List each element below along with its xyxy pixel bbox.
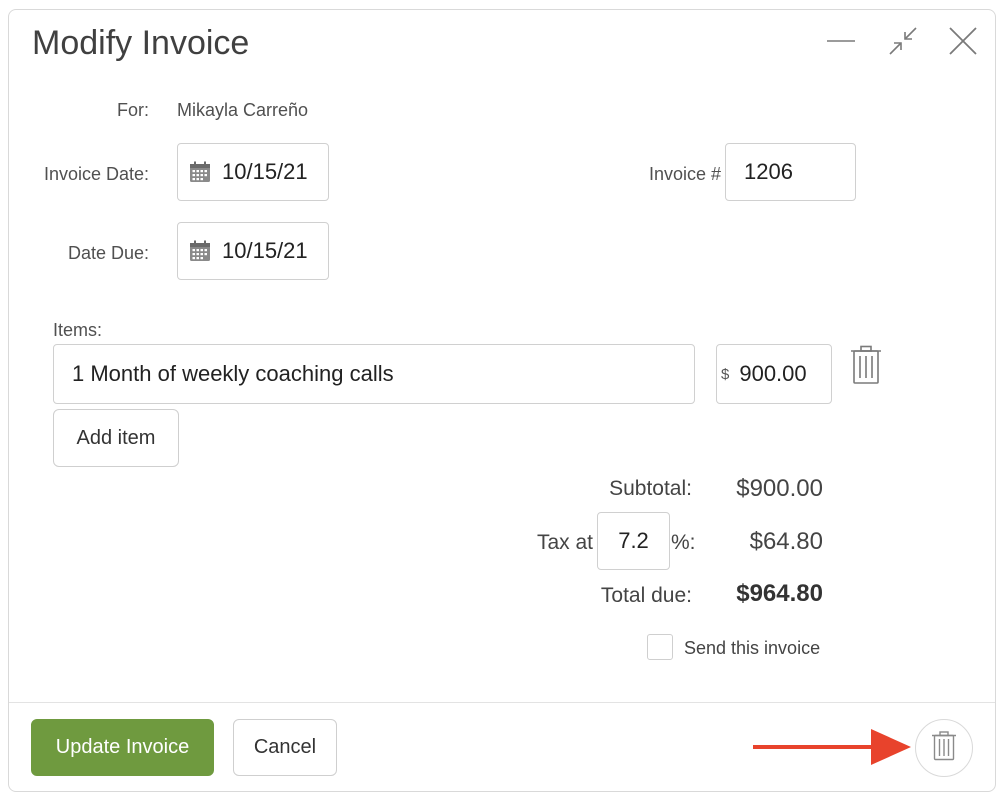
send-invoice-label: Send this invoice bbox=[684, 638, 821, 658]
item-amount-field[interactable]: $ bbox=[716, 344, 832, 404]
item-description-field[interactable] bbox=[53, 344, 695, 404]
subtotal-value: $900.00 bbox=[736, 475, 823, 502]
calendar-icon bbox=[188, 239, 212, 263]
trash-icon bbox=[931, 730, 957, 766]
currency-symbol: $ bbox=[721, 365, 730, 383]
dialog-title: Modify Invoice bbox=[32, 24, 250, 62]
for-value: Mikayla Carreño bbox=[177, 100, 309, 120]
modify-invoice-dialog: Modify Invoice For: Mikayla Carreño Invo… bbox=[8, 9, 996, 792]
close-icon[interactable] bbox=[946, 24, 980, 58]
calendar-icon bbox=[188, 160, 212, 184]
collapse-icon[interactable] bbox=[886, 24, 920, 58]
delete-invoice-button[interactable] bbox=[915, 719, 973, 777]
cancel-button[interactable]: Cancel bbox=[233, 719, 337, 776]
item-description-input[interactable] bbox=[72, 361, 694, 387]
invoice-date-input[interactable] bbox=[222, 159, 328, 185]
send-invoice-checkbox[interactable] bbox=[647, 634, 673, 660]
red-arrow-annotation bbox=[753, 729, 911, 765]
date-due-input[interactable] bbox=[222, 238, 328, 264]
for-label: For: bbox=[116, 100, 149, 120]
items-label: Items: bbox=[53, 320, 103, 340]
subtotal-label: Subtotal: bbox=[609, 477, 692, 500]
item-amount-input[interactable] bbox=[739, 361, 831, 387]
invoice-date-field[interactable] bbox=[177, 143, 329, 201]
date-due-field[interactable] bbox=[177, 222, 329, 280]
delete-item-trash-icon[interactable] bbox=[849, 345, 883, 385]
update-invoice-button[interactable]: Update Invoice bbox=[31, 719, 214, 776]
invoice-date-label: Invoice Date: bbox=[43, 164, 149, 184]
invoice-number-field[interactable] bbox=[725, 143, 856, 201]
tax-label: Tax at bbox=[536, 531, 593, 554]
footer-divider bbox=[9, 702, 995, 703]
add-item-button[interactable]: Add item bbox=[53, 409, 179, 467]
invoice-number-input[interactable] bbox=[744, 159, 855, 185]
total-due-label: Total due: bbox=[600, 584, 692, 607]
tax-percent-label: %: bbox=[671, 531, 696, 554]
tax-rate-field[interactable] bbox=[597, 512, 670, 570]
minimize-icon[interactable] bbox=[824, 24, 858, 58]
date-due-label: Date Due: bbox=[67, 243, 149, 263]
tax-value: $64.80 bbox=[749, 528, 823, 555]
tax-rate-input[interactable] bbox=[598, 528, 669, 554]
total-due-value: $964.80 bbox=[736, 580, 823, 607]
invoice-number-label: Invoice # bbox=[648, 164, 721, 184]
